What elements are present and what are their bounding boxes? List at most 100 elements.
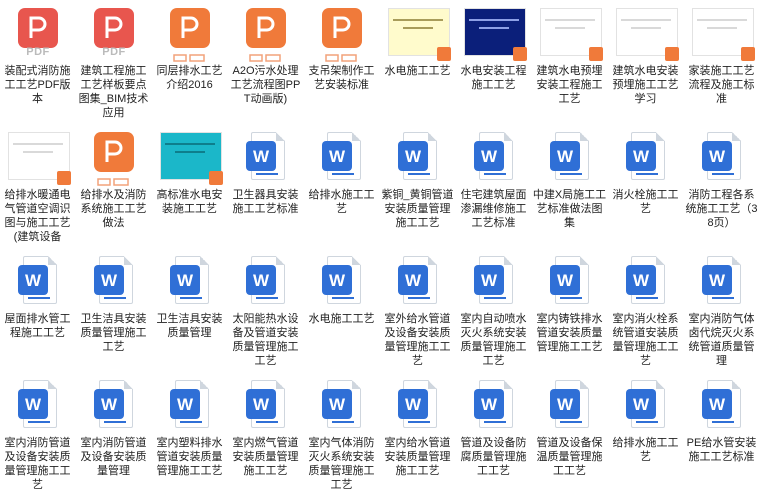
- word-badge: [550, 265, 580, 295]
- word-icon: [550, 256, 590, 306]
- white-document-thumbnail: [6, 132, 71, 185]
- file-item[interactable]: 室内给水管道安装质量管理施工工艺: [380, 372, 455, 492]
- file-item[interactable]: 高标准水电安装施工工艺: [152, 124, 227, 244]
- ppt-icon: [170, 8, 210, 62]
- file-name-label: PE给水管安装施工工艺标准: [686, 437, 757, 463]
- thumb-text-line: [165, 143, 215, 145]
- file-item[interactable]: 室内自动喷水灭火系统安装质量管理施工工艺: [456, 248, 531, 368]
- ppt-bars: [94, 174, 134, 186]
- word-line: [560, 421, 582, 423]
- pdf-icon: PDF: [18, 8, 58, 58]
- file-name-label: 给排水施工工艺: [612, 437, 679, 463]
- file-item[interactable]: 卫生洁具安装质量管理施工工艺: [76, 248, 151, 368]
- file-item[interactable]: 管道及设备保温质量管理施工工艺: [532, 372, 607, 492]
- word-badge: [322, 389, 352, 419]
- word-badge: [170, 265, 200, 295]
- file-item[interactable]: 室内消火栓系统管道安装质量管理施工工艺: [608, 248, 683, 368]
- file-name-label: 住宅建筑屋面渗漏维修施工工艺标准: [460, 189, 527, 229]
- word-icon: [398, 256, 438, 306]
- word-badge: [702, 265, 732, 295]
- file-item[interactable]: 建筑水电安装预埋施工工艺学习: [608, 0, 683, 120]
- file-item[interactable]: 室内燃气管道安装质量管理施工工艺: [228, 372, 303, 492]
- thumb-text-line: [175, 151, 205, 153]
- file-item[interactable]: 给排水及消防系统施工工艺做法: [76, 124, 151, 244]
- file-item[interactable]: 中建X局施工工艺标准做法图集: [532, 124, 607, 244]
- thumb-text-line: [631, 27, 661, 29]
- file-item[interactable]: 室内消防管道及设备安装质量管理: [76, 372, 151, 492]
- file-item[interactable]: PE给水管安装施工工艺标准: [684, 372, 759, 492]
- word-badge: [18, 389, 48, 419]
- word-line: [636, 297, 658, 299]
- thumb-text-line: [697, 19, 747, 21]
- word-line: [332, 173, 354, 175]
- file-name-label: 消火栓施工工艺: [612, 189, 679, 215]
- pdf-badge: [94, 8, 134, 48]
- thumb-text-line: [545, 19, 595, 21]
- file-item[interactable]: 室内气体消防灭火系统安装质量管理施工工艺: [304, 372, 379, 492]
- file-name-label: 建筑工程施工工艺样板要点图集_BIM技术应用: [78, 65, 149, 119]
- file-name-label: 室内自动喷水灭火系统安装质量管理施工工艺: [460, 313, 527, 367]
- file-item[interactable]: 给排水暖通电气管道空调识图与施工工艺(建筑设备: [0, 124, 75, 244]
- file-item[interactable]: 卫生器具安装施工工艺标准: [228, 124, 303, 244]
- file-name-label: 消防工程各系统施工工艺（38页）: [685, 189, 758, 229]
- file-item[interactable]: 建筑水电预埋安装工程施工工艺: [532, 0, 607, 120]
- word-badge: [246, 389, 276, 419]
- file-item[interactable]: 同层排水工艺介绍2016: [152, 0, 227, 120]
- word-line: [332, 297, 354, 299]
- thumb-text-line: [621, 19, 671, 21]
- file-name-label: 室内给水管道安装质量管理施工工艺: [384, 437, 451, 477]
- word-icon: [246, 256, 286, 306]
- file-item[interactable]: 家装施工工艺流程及施工标准: [684, 0, 759, 120]
- file-item[interactable]: 给排水施工工艺: [608, 372, 683, 492]
- file-grid: PDF 装配式消防施工工艺PDF版本 PDF 建筑工程施工工艺样板要点图集_BIM技术…: [0, 0, 760, 493]
- file-item[interactable]: 室内消防气体卤代烷灭火系统管道质量管理: [684, 248, 759, 368]
- file-item[interactable]: 室内铸铁排水管道安装质量管理施工工艺: [532, 248, 607, 368]
- word-line: [636, 421, 658, 423]
- file-item[interactable]: 消火栓施工工艺: [608, 124, 683, 244]
- file-item[interactable]: PDF 装配式消防施工工艺PDF版本: [0, 0, 75, 120]
- file-type-badge-icon: [741, 47, 755, 61]
- file-name-label: 给排水及消防系统施工工艺做法: [80, 189, 147, 229]
- word-badge: [18, 265, 48, 295]
- file-item[interactable]: 卫生洁具安装质量管理: [152, 248, 227, 368]
- thumb-text-line: [479, 27, 509, 29]
- thumb-text-line: [555, 27, 585, 29]
- word-line: [712, 421, 734, 423]
- word-badge: [474, 141, 504, 171]
- file-item[interactable]: 紫铜_黄铜管道安装质量管理施工工艺: [380, 124, 455, 244]
- file-item[interactable]: 消防工程各系统施工工艺（38页）: [684, 124, 759, 244]
- file-item[interactable]: 室内塑料排水管道安装质量管理施工工艺: [152, 372, 227, 492]
- file-item[interactable]: 水电施工工艺: [304, 248, 379, 368]
- file-item[interactable]: 住宅建筑屋面渗漏维修施工工艺标准: [456, 124, 531, 244]
- word-icon: [246, 380, 286, 430]
- file-item[interactable]: 屋面排水管工程施工工艺: [0, 248, 75, 368]
- ppt-bars: [170, 50, 210, 62]
- word-icon: [626, 132, 666, 182]
- file-item[interactable]: 太阳能热水设备及管道安装质量管理施工工艺: [228, 248, 303, 368]
- file-name-label: 室内气体消防灭火系统安装质量管理施工工艺: [308, 437, 375, 491]
- file-name-label: 室内消防管道及设备安装质量管理: [80, 437, 147, 477]
- ppt-badge: [246, 8, 286, 48]
- word-icon: [246, 132, 286, 182]
- file-item[interactable]: 室内消防管道及设备安装质量管理施工工艺: [0, 372, 75, 492]
- file-item[interactable]: 给排水施工工艺: [304, 124, 379, 244]
- word-line: [408, 173, 430, 175]
- file-item[interactable]: PDF 建筑工程施工工艺样板要点图集_BIM技术应用: [76, 0, 151, 120]
- word-icon: [474, 256, 514, 306]
- file-item[interactable]: A2O污水处理工艺流程图PPT动画版): [228, 0, 303, 120]
- file-name-label: 给排水施工工艺: [308, 189, 375, 215]
- file-item[interactable]: 水电施工工艺: [380, 0, 455, 120]
- file-type-badge-icon: [513, 47, 527, 61]
- file-type-badge-icon: [209, 171, 223, 185]
- file-item[interactable]: 支吊架制作工艺安装标准: [304, 0, 379, 120]
- file-item[interactable]: 水电安装工程施工工艺: [456, 0, 531, 120]
- word-badge: [626, 389, 656, 419]
- word-icon: [626, 256, 666, 306]
- file-name-label: 太阳能热水设备及管道安装质量管理施工工艺: [232, 313, 299, 367]
- file-item[interactable]: 室外给水管道及设备安装质量管理施工工艺: [380, 248, 455, 368]
- file-item[interactable]: 管道及设备防腐质量管理施工工艺: [456, 372, 531, 492]
- word-icon: [474, 380, 514, 430]
- file-name-label: 同层排水工艺介绍2016: [156, 65, 223, 91]
- word-badge: [626, 265, 656, 295]
- word-line: [560, 173, 582, 175]
